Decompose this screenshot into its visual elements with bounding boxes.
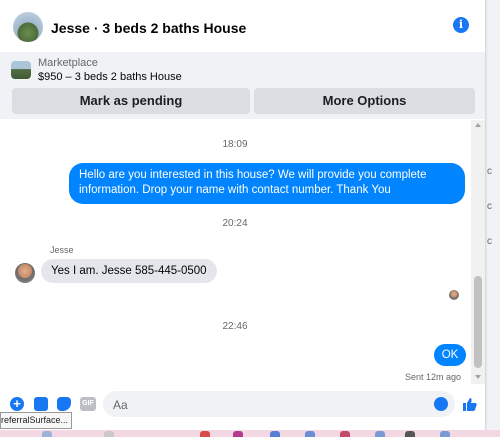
emoji-icon[interactable] — [434, 397, 448, 411]
scrollbar[interactable] — [471, 120, 485, 384]
taskbar-icon[interactable] — [375, 431, 385, 437]
sender-avatar[interactable] — [15, 263, 35, 283]
scroll-down-arrow[interactable] — [475, 375, 481, 379]
taskbar-icon[interactable] — [270, 431, 280, 437]
chat-title[interactable]: Jesse · 3 beds 2 baths House — [51, 20, 246, 36]
background-text: c — [487, 201, 492, 212]
incoming-message[interactable]: Yes I am. Jesse 585-445-0500 — [41, 259, 217, 283]
taskbar-icon[interactable] — [200, 431, 210, 437]
taskbar-icon[interactable] — [405, 431, 415, 437]
listing-title[interactable]: $950 – 3 beds 2 baths House — [38, 71, 182, 83]
scroll-up-arrow[interactable] — [475, 123, 481, 127]
scrollbar-thumb[interactable] — [474, 276, 482, 368]
timestamp: 22:46 — [222, 321, 248, 332]
outgoing-message[interactable]: OK — [434, 344, 466, 366]
message-list[interactable]: 18:09 Hello are you interested in this h… — [0, 120, 470, 384]
sender-name: Jesse — [50, 245, 74, 255]
plus-icon[interactable]: + — [10, 397, 24, 411]
more-options-button[interactable]: More Options — [254, 88, 475, 114]
chat-window: Jesse · 3 beds 2 baths House i Marketpla… — [0, 0, 485, 437]
taskbar-icon[interactable] — [440, 431, 450, 437]
info-icon[interactable]: i — [453, 17, 469, 33]
timestamp: 20:24 — [222, 218, 248, 229]
avatar[interactable] — [13, 12, 43, 42]
marketplace-label: Marketplace — [38, 57, 98, 69]
message-input[interactable]: Aa — [103, 391, 455, 417]
chat-header: Jesse · 3 beds 2 baths House i — [0, 0, 485, 53]
seen-avatar — [449, 290, 459, 300]
listing-thumbnail[interactable] — [11, 61, 31, 79]
gif-icon[interactable]: GIF — [80, 397, 96, 411]
taskbar-icon[interactable] — [233, 431, 243, 437]
message-placeholder: Aa — [113, 398, 128, 412]
sent-status: Sent 12m ago — [405, 372, 462, 382]
taskbar-icon[interactable] — [104, 431, 114, 437]
background-text: c — [487, 236, 492, 247]
taskbar-icon[interactable] — [42, 431, 52, 437]
background-text: c — [487, 166, 492, 177]
timestamp: 18:09 — [222, 139, 248, 150]
message-composer: + GIF Aa — [0, 387, 485, 423]
taskbar-icon[interactable] — [305, 431, 315, 437]
photo-icon[interactable] — [34, 397, 48, 411]
outgoing-message[interactable]: Hello are you interested in this house? … — [69, 163, 465, 204]
taskbar — [0, 430, 500, 437]
taskbar-icon[interactable] — [340, 431, 350, 437]
thumbs-up-icon[interactable] — [463, 397, 477, 411]
status-tooltip: referralSurface... — [0, 412, 72, 429]
sticker-icon[interactable] — [57, 397, 71, 411]
mark-as-pending-button[interactable]: Mark as pending — [12, 88, 250, 114]
